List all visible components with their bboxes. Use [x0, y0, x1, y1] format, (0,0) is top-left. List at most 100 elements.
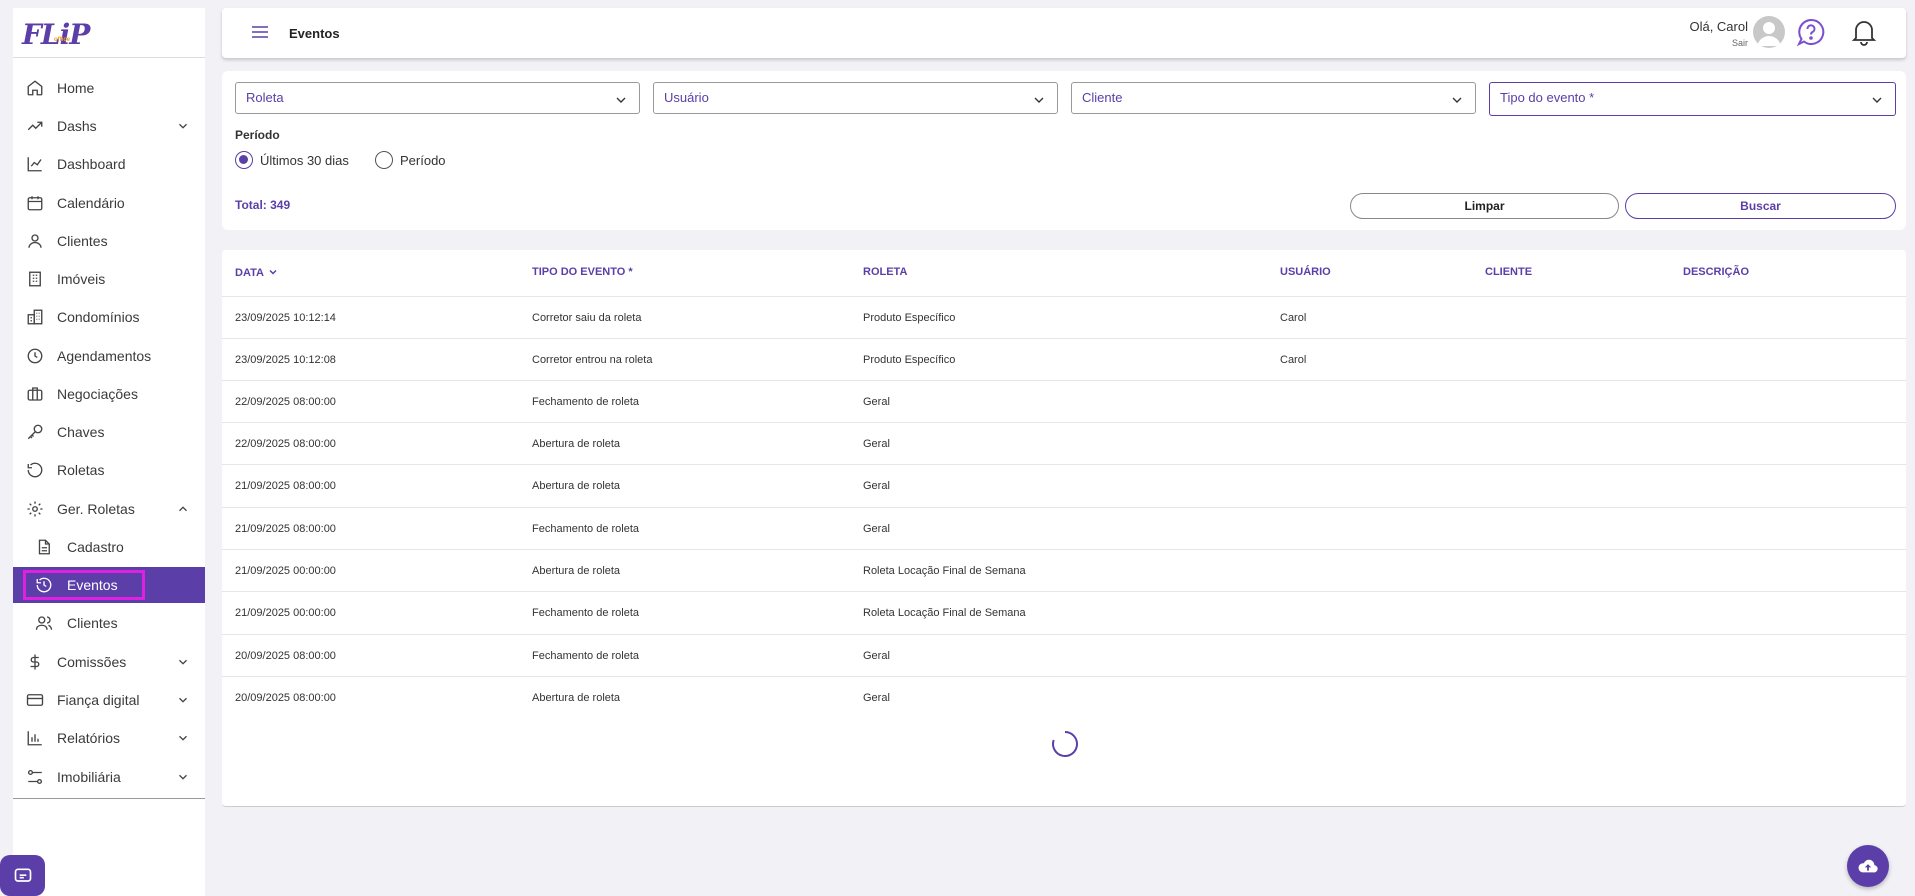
table-row[interactable]: 22/09/2025 08:00:00 Fechamento de roleta G…	[222, 380, 1906, 423]
sidebar-item-calendario[interactable]: Calendário	[13, 185, 205, 221]
cell-data: 23/09/2025 10:12:08	[235, 354, 336, 366]
cell-tipo-evento: Abertura de roleta	[532, 480, 621, 492]
chat-icon	[14, 868, 31, 882]
sidebar-item-agendamentos[interactable]: Agendamentos	[13, 338, 205, 374]
calendar-icon	[27, 196, 43, 211]
trending-up-icon	[27, 121, 43, 131]
sidebar-item-negociacoes[interactable]: Negociações	[13, 376, 205, 412]
table-row[interactable]: 22/09/2025 08:00:00 Abertura de roleta Ger…	[222, 422, 1906, 465]
sidebar-item-imoveis[interactable]: Imóveis	[13, 261, 205, 297]
sidebar-item-ger-clientes[interactable]: Clientes	[13, 605, 205, 641]
sidebar-item-roletas[interactable]: Roletas	[13, 452, 205, 488]
sidebar-item-relatorios[interactable]: Relatórios	[13, 720, 205, 756]
table-row[interactable]: 23/09/2025 10:12:08 Corretor entrou na ro…	[222, 338, 1906, 381]
sidebar-item-comissoes[interactable]: Comissões	[13, 644, 205, 680]
roleta-select[interactable]: Roleta	[235, 82, 640, 114]
cell-tipo-evento: Abertura de roleta	[532, 565, 621, 577]
table-row[interactable]: 21/09/2025 00:00:00 Fechamento de roleta R…	[222, 591, 1906, 634]
cell-roleta: Geral	[863, 480, 890, 492]
cell-roleta: Roleta Locação Final de Semana	[863, 607, 1026, 619]
sidebar-item-clientes[interactable]: Clientes	[13, 223, 205, 259]
radio-label: Período	[400, 152, 446, 168]
filter-card: Roleta Usuário Cliente Tipo do evento * …	[222, 71, 1906, 230]
sidebar-item-label: Clientes	[57, 233, 108, 249]
column-header-descricao[interactable]: DESCRIÇÃO	[1683, 266, 1749, 278]
sidebar-item-label: Cadastro	[67, 539, 124, 555]
sidebar-item-label: Fiança digital	[57, 692, 140, 708]
sidebar-item-dashboard[interactable]: Dashboard	[13, 146, 205, 182]
sidebar-item-label: Imóveis	[57, 271, 106, 287]
sliders-icon	[27, 769, 43, 785]
cell-tipo-evento: Abertura de roleta	[532, 438, 621, 450]
sidebar-item-label: Comissões	[57, 654, 127, 670]
cell-tipo-evento: Abertura de roleta	[532, 692, 621, 704]
building-icon	[29, 271, 41, 287]
cell-data: 21/09/2025 00:00:00	[235, 565, 336, 577]
card-icon	[26, 694, 44, 706]
top-header: Eventos Olá, Carol Sair	[222, 8, 1906, 58]
chevron-down-icon	[1872, 97, 1882, 103]
chevron-down-icon	[1452, 97, 1462, 103]
radio-ultimos-30-dias[interactable]: Últimos 30 dias	[235, 151, 349, 169]
avatar[interactable]	[1753, 16, 1785, 48]
sidebar-item-label: Chaves	[57, 424, 105, 440]
help-icon[interactable]	[1796, 17, 1826, 47]
table-row[interactable]: 21/09/2025 00:00:00 Abertura de roleta Rol…	[222, 549, 1906, 592]
history-icon	[36, 577, 52, 593]
cliente-select[interactable]: Cliente	[1071, 82, 1476, 114]
cell-data: 20/09/2025 08:00:00	[235, 692, 336, 704]
sidebar-item-label: Home	[57, 80, 95, 96]
usuario-select[interactable]: Usuário	[653, 82, 1058, 114]
user-greeting: Olá, Carol	[1689, 19, 1748, 34]
chevron-down-icon	[179, 774, 187, 780]
logo[interactable]: FLiP office	[13, 8, 205, 58]
radio-periodo[interactable]: Período	[375, 151, 446, 169]
cloud-upload-icon	[1858, 859, 1878, 873]
cloud-upload-button[interactable]	[1847, 845, 1889, 887]
column-header-tipo-evento[interactable]: TIPO DO EVENTO *	[532, 266, 633, 278]
total-count: Total: 349	[235, 198, 291, 212]
cell-roleta: Geral	[863, 396, 890, 408]
sidebar-item-chaves[interactable]: Chaves	[13, 414, 205, 450]
search-button[interactable]: Buscar	[1625, 193, 1896, 219]
table-row[interactable]: 20/09/2025 08:00:00 Fechamento de roleta G…	[222, 634, 1906, 677]
logout-link[interactable]: Sair	[1732, 38, 1748, 48]
chart-line-icon	[27, 157, 42, 172]
table-row[interactable]: 21/09/2025 08:00:00 Abertura de roleta Ger…	[222, 464, 1906, 507]
sidebar-item-imobiliaria[interactable]: Imobiliária	[13, 759, 205, 795]
sidebar-item-label: Negociações	[57, 386, 138, 402]
logo-text: FLiP	[22, 18, 90, 51]
table-row[interactable]: 21/09/2025 08:00:00 Fechamento de roleta G…	[222, 507, 1906, 550]
bell-icon[interactable]	[1849, 17, 1879, 47]
cell-roleta: Geral	[863, 523, 890, 535]
cell-data: 22/09/2025 08:00:00	[235, 396, 336, 408]
cell-usuario: Carol	[1280, 354, 1307, 366]
briefcase-icon	[27, 387, 43, 401]
sidebar-item-home[interactable]: Home	[13, 70, 205, 106]
column-header-cliente[interactable]: CLIENTE	[1485, 266, 1532, 278]
cell-data: 23/09/2025 10:12:14	[235, 312, 336, 324]
sidebar-item-fianca-digital[interactable]: Fiança digital	[13, 682, 205, 718]
sidebar-item-eventos[interactable]: Eventos	[13, 567, 205, 603]
column-header-data[interactable]: DATA	[235, 266, 279, 279]
column-header-label: DATA	[235, 267, 264, 279]
sidebar-item-label: Relatórios	[57, 730, 121, 746]
periodo-label: Período	[235, 128, 280, 142]
sidebar-item-condominios[interactable]: Condomínios	[13, 299, 205, 335]
table-row[interactable]: 20/09/2025 08:00:00 Abertura de roleta Ger…	[222, 676, 1906, 719]
chat-button[interactable]	[0, 855, 45, 896]
table-row[interactable]: 23/09/2025 10:12:14 Corretor saiu da role…	[222, 296, 1906, 339]
column-header-roleta[interactable]: ROLETA	[863, 266, 907, 278]
tipo-evento-select-value: Tipo do evento *	[1500, 90, 1595, 105]
sidebar-item-dashs[interactable]: Dashs	[13, 108, 205, 144]
sidebar-item-cadastro[interactable]: Cadastro	[13, 529, 205, 565]
home-icon	[27, 80, 43, 96]
cell-data: 20/09/2025 08:00:00	[235, 650, 336, 662]
sidebar-item-ger-roletas[interactable]: Ger. Roletas	[13, 491, 205, 527]
tipo-evento-select[interactable]: Tipo do evento *	[1489, 82, 1896, 116]
cell-usuario: Carol	[1280, 312, 1307, 324]
hamburger-menu-icon[interactable]	[252, 25, 268, 39]
column-header-usuario[interactable]: USUÁRIO	[1280, 266, 1331, 278]
chevron-down-icon	[179, 697, 187, 703]
clear-button[interactable]: Limpar	[1350, 193, 1619, 219]
